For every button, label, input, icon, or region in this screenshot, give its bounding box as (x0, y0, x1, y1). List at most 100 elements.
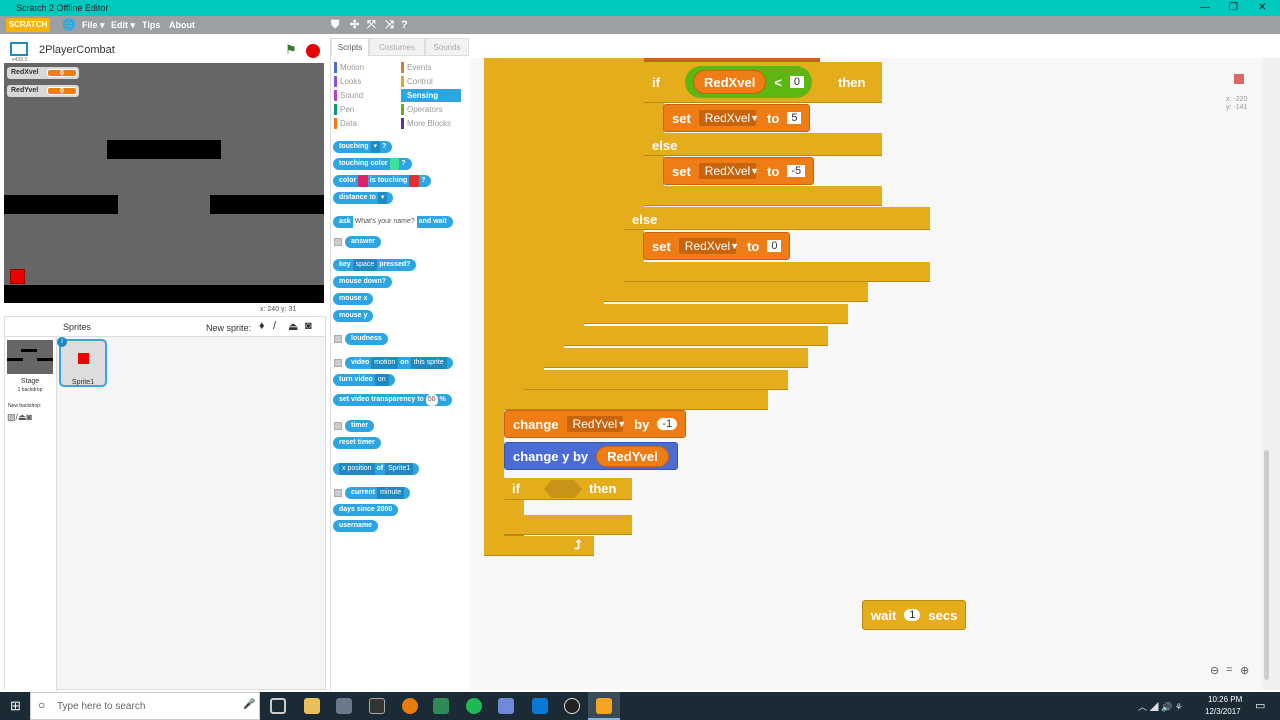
control-block-segment[interactable] (544, 58, 564, 368)
control-block-segment[interactable] (624, 207, 930, 230)
turn-video-block[interactable]: turn video on (333, 374, 395, 386)
control-block-segment[interactable] (624, 58, 644, 282)
fullscreen-icon[interactable] (10, 42, 28, 56)
control-block-segment[interactable] (644, 186, 882, 206)
reset-timer-block[interactable]: reset timer (333, 437, 381, 449)
tab-sounds[interactable]: Sounds (425, 38, 469, 56)
mouse-x-block[interactable]: mouse x (333, 293, 374, 305)
current-block[interactable]: current minute (345, 487, 411, 499)
key-pressed-block[interactable]: key space pressed? (333, 259, 417, 271)
control-block-segment[interactable] (524, 370, 788, 390)
category-operators[interactable]: Operators (401, 103, 461, 116)
close-button[interactable]: ✕ (1258, 0, 1266, 16)
control-block-segment[interactable] (564, 326, 828, 346)
grow-icon[interactable]: ⤧ (367, 16, 376, 34)
control-block-segment[interactable] (584, 58, 604, 324)
task-view-icon[interactable] (270, 698, 286, 714)
tab-costumes[interactable]: Costumes (369, 38, 425, 56)
blender-icon[interactable] (402, 698, 418, 714)
control-block-segment[interactable] (644, 133, 882, 156)
set-video-transparency-block[interactable]: set video transparency to 50 % (333, 394, 452, 406)
clock-date[interactable]: 12/3/2017 (1205, 707, 1241, 716)
control-block-segment[interactable] (504, 58, 524, 410)
tab-scripts[interactable]: Scripts (331, 38, 369, 56)
help-icon[interactable]: ? (401, 16, 408, 34)
category-sensing[interactable]: Sensing (401, 89, 461, 102)
store-icon[interactable] (336, 698, 352, 714)
monitor-checkbox[interactable] (334, 359, 342, 367)
touching-color-block[interactable]: touching color ? (333, 158, 412, 170)
video-block[interactable]: video motion on this sprite (345, 357, 453, 369)
monitor-checkbox[interactable] (334, 422, 342, 430)
loudness-block[interactable]: loudness (345, 333, 388, 345)
zoom-reset-icon[interactable]: = (1226, 664, 1232, 676)
control-block-segment[interactable] (564, 58, 584, 346)
stage[interactable]: RedXvel 0 RedYvel 0 (4, 63, 324, 303)
days-since-block[interactable]: days since 2000 (333, 504, 399, 516)
category-events[interactable]: Events (401, 61, 461, 74)
edge-icon[interactable] (532, 698, 548, 714)
monitor-checkbox[interactable] (334, 335, 342, 343)
globe-icon[interactable]: 🌐 (62, 16, 76, 34)
zoom-in-icon[interactable]: ⊕ (1240, 664, 1249, 677)
scratch-logo[interactable]: SCRATCH (6, 18, 50, 32)
color-touching-block[interactable]: color is touching ? (333, 175, 432, 187)
control-block-segment[interactable] (604, 58, 624, 302)
category-pen[interactable]: Pen (334, 103, 394, 116)
control-block-segment[interactable] (624, 262, 930, 282)
set-redxvel-block[interactable]: set RedXvel ▼ to 0 (643, 232, 791, 260)
menu-file[interactable]: File ▾ (82, 16, 105, 34)
info-icon[interactable]: i (57, 337, 67, 347)
sprite-thumb-sprite1[interactable]: i Sprite1 (57, 337, 107, 387)
green-flag-icon[interactable]: ⚑ (285, 42, 297, 58)
change-redyvel-block[interactable]: change RedYvel ▼ by -1 (504, 410, 687, 438)
control-block-segment[interactable] (604, 282, 868, 302)
scratch-taskbar-button[interactable] (588, 692, 620, 720)
less-than-operator[interactable]: RedXvel <0 (685, 66, 813, 98)
upload-icon[interactable]: ⏏ (288, 320, 298, 333)
empty-condition-slot[interactable] (544, 480, 582, 498)
category-control[interactable]: Control (401, 75, 461, 88)
timer-block[interactable]: timer (345, 420, 375, 432)
menu-about[interactable]: About (169, 16, 195, 34)
discord-icon[interactable] (498, 698, 514, 714)
sprite-library-icon[interactable]: ♦ (259, 320, 265, 332)
control-block-segment[interactable] (544, 348, 808, 368)
monitor-checkbox[interactable] (334, 489, 342, 497)
search-box[interactable]: ○ Type here to search 🎤 (30, 692, 260, 720)
stage-thumb-panel[interactable]: Stage 1 backdrop New backdrop: ▧/⏏◙ (5, 337, 57, 691)
answer-block[interactable]: answer (345, 236, 382, 248)
distance-to-block[interactable]: distance to ▾ (333, 192, 394, 204)
change-y-block[interactable]: change y by RedYvel (504, 442, 678, 470)
monitor-checkbox[interactable] (334, 238, 342, 246)
touching-block[interactable]: touching ▾ ? (333, 141, 393, 153)
mouse-y-block[interactable]: mouse y (333, 310, 374, 322)
clock-time[interactable]: 10:26 PM (1208, 695, 1242, 704)
category-more-blocks[interactable]: More Blocks (401, 117, 461, 130)
duplicate-icon[interactable]: ⛊ (331, 16, 339, 34)
obs-icon[interactable] (564, 698, 580, 714)
backdrop-tools-icon[interactable]: ▧/⏏◙ (7, 412, 32, 423)
delete-icon[interactable]: ✣ (350, 16, 359, 34)
camera-icon[interactable]: ◙ (305, 320, 312, 332)
maximize-button[interactable]: ❐ (1229, 0, 1238, 16)
control-block-segment[interactable] (524, 58, 544, 390)
stage-thumbnail[interactable] (7, 340, 53, 374)
sprite-red-square[interactable] (10, 269, 25, 284)
shrink-icon[interactable]: ⤨ (385, 16, 394, 34)
paint-icon[interactable]: / (273, 320, 276, 332)
category-data[interactable]: Data (334, 117, 394, 130)
category-looks[interactable]: Looks (334, 75, 394, 88)
control-block-segment[interactable] (504, 515, 632, 535)
username-block[interactable]: username (333, 520, 379, 532)
spotify-icon[interactable] (466, 698, 482, 714)
file-explorer-icon[interactable] (304, 698, 320, 714)
notifications-icon[interactable]: ▭ (1255, 699, 1265, 712)
wait-block[interactable]: wait 1 secs (862, 600, 967, 630)
ask-block[interactable]: ask What's your name? and wait (333, 216, 453, 228)
set-redxvel-block[interactable]: set RedXvel ▼ to 5 (663, 104, 811, 132)
tray-icons[interactable]: ︿ ◢ 🔊 ⚘ (1138, 700, 1183, 713)
set-redxvel-block[interactable]: set RedXvel ▼ to -5 (663, 157, 815, 185)
menu-tips[interactable]: Tips (142, 16, 160, 34)
windows-start-icon[interactable]: ⊞ (10, 698, 21, 714)
